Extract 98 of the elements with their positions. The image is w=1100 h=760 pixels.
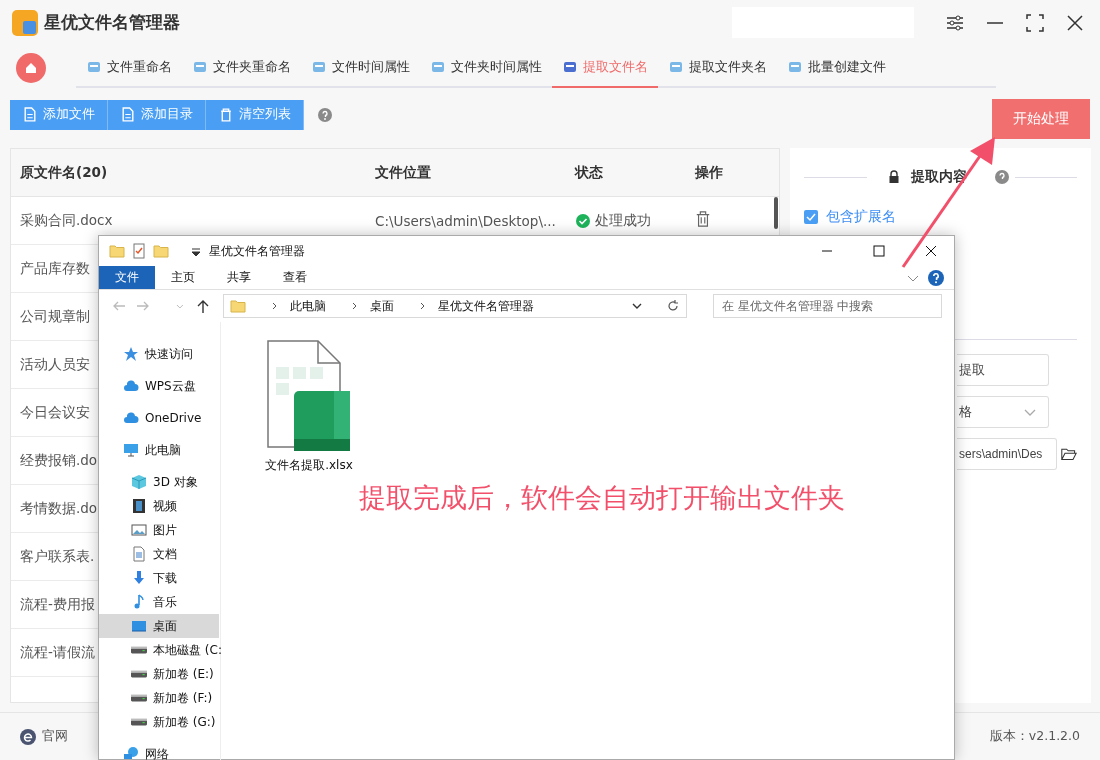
nav-item[interactable]: 快速访问 [99, 342, 219, 366]
text-field[interactable]: 提取 [957, 354, 1049, 386]
app-title: 星优文件名管理器 [44, 11, 181, 34]
breadcrumb-item[interactable]: 星优文件名管理器 [437, 297, 534, 315]
document-icon [562, 59, 578, 75]
table-cell: 采购合同.docx [20, 211, 113, 230]
document-icon [311, 59, 327, 75]
home-button[interactable] [16, 53, 46, 83]
tab[interactable]: 批量创建文件 [777, 48, 896, 88]
table-cell: 经费报销.do [20, 451, 98, 470]
star-icon [123, 346, 139, 362]
version-text: 版本：v2.1.2.0 [989, 728, 1080, 745]
table-cell: 客户联系表. [20, 547, 95, 566]
desktop-icon [131, 618, 147, 634]
cube-icon [131, 474, 147, 490]
trash-icon[interactable] [695, 211, 711, 227]
network-icon [123, 746, 139, 760]
browser-icon [20, 728, 36, 745]
table-cell: 活动人员安 [20, 355, 90, 374]
column-header: 原文件名(20) [20, 163, 108, 182]
address-bar[interactable]: 此电脑 桌面 星优文件名管理器 [222, 294, 687, 318]
table-cell: 今日会议安 [20, 403, 90, 422]
drive-icon [131, 694, 147, 702]
app-logo-icon [12, 9, 38, 36]
film-icon [131, 498, 147, 514]
dropdown[interactable]: 格 [957, 396, 1049, 428]
ribbon-tab[interactable]: 文件 [99, 266, 155, 289]
checkbox-label: 包含扩展名 [826, 208, 896, 226]
nav-item[interactable]: 视频 [99, 494, 219, 518]
file-icon [22, 106, 38, 123]
document-icon [131, 546, 147, 562]
document-icon [430, 59, 446, 75]
drive-icon [131, 646, 147, 654]
nav-item[interactable]: 新加卷 (E:) [99, 662, 219, 686]
nav-item[interactable]: 新加卷 (G:) [99, 710, 219, 734]
table-cell: 产品库存数 [20, 259, 90, 278]
file-icon [120, 106, 136, 123]
nav-item[interactable]: 图片 [99, 518, 219, 542]
document-icon [668, 59, 684, 75]
ribbon-tab[interactable]: 共享 [211, 266, 267, 289]
tab[interactable]: 提取文件夹名 [658, 48, 777, 88]
ribbon-tab[interactable]: 查看 [267, 266, 323, 289]
path-field[interactable]: sers\admin\Des [957, 438, 1057, 470]
annotation-text: 提取完成后，软件会自动打开输出文件夹 [359, 481, 845, 515]
nav-item[interactable]: 下载 [99, 566, 219, 590]
nav-item[interactable]: 桌面 [99, 614, 219, 638]
folder-icon [229, 298, 246, 314]
drive-icon [131, 718, 147, 726]
nav-item[interactable]: 网络 [99, 742, 219, 760]
computer-icon [123, 442, 139, 458]
nav-item[interactable]: WPS云盘 [99, 374, 219, 398]
status-text: 处理成功 [595, 211, 651, 230]
column-header: 操作 [695, 163, 723, 182]
breadcrumb-item[interactable]: 此电脑 [289, 297, 326, 315]
image-icon [131, 522, 147, 538]
table-cell: C:\Users\admin\Desktop\... [375, 212, 556, 229]
help-icon[interactable] [318, 107, 332, 122]
tab[interactable]: 文件重命名 [76, 48, 182, 88]
search-field[interactable]: 在 星优文件名管理器 中搜索 [712, 294, 942, 318]
home-icon [23, 60, 39, 76]
drive-icon [131, 670, 147, 678]
checklist-icon[interactable] [131, 243, 147, 259]
nav-item[interactable]: 本地磁盘 (C: [99, 638, 219, 662]
download-arrow-icon [131, 570, 147, 586]
trash-icon [218, 106, 234, 123]
nav-item[interactable]: OneDrive [99, 406, 219, 430]
checkbox[interactable] [804, 210, 818, 224]
check-circle-icon [575, 212, 591, 229]
breadcrumb-item[interactable]: 桌面 [369, 297, 394, 315]
nav-item[interactable]: 音乐 [99, 590, 219, 614]
cloud-icon [123, 378, 139, 394]
table-cell: 考情数据.do [20, 499, 98, 518]
column-header: 文件位置 [375, 163, 431, 182]
ribbon-tab[interactable]: 主页 [155, 266, 211, 289]
tab[interactable]: 文件时间属性 [301, 48, 420, 88]
file-item[interactable]: 文件名提取.xlsx [257, 338, 361, 475]
nav-item[interactable]: 新加卷 (F:) [99, 686, 219, 710]
document-icon [86, 59, 102, 75]
help-icon[interactable] [928, 269, 944, 286]
nav-item[interactable]: 文档 [99, 542, 219, 566]
cloud-icon [123, 410, 139, 426]
table-cell: 公司规章制 [20, 307, 90, 326]
tab[interactable]: 文件夹重命名 [182, 48, 301, 88]
help-icon[interactable] [994, 170, 1009, 184]
scrollbar[interactable] [774, 197, 778, 229]
window-title: 星优文件名管理器 [209, 242, 306, 260]
nav-item[interactable]: 此电脑 [99, 438, 219, 462]
tab[interactable]: 文件夹时间属性 [420, 48, 552, 88]
refresh-icon[interactable] [665, 299, 680, 313]
nav-item[interactable]: 3D 对象 [99, 470, 219, 494]
table-cell: 流程-请假流 [20, 643, 95, 662]
website-link[interactable]: 官网 [20, 728, 68, 745]
table-cell: 流程-费用报 [20, 595, 95, 614]
column-header: 状态 [575, 163, 603, 182]
document-icon [192, 59, 208, 75]
document-icon [787, 59, 803, 75]
folder-icon[interactable] [1061, 446, 1077, 462]
folder-icon [109, 243, 125, 259]
